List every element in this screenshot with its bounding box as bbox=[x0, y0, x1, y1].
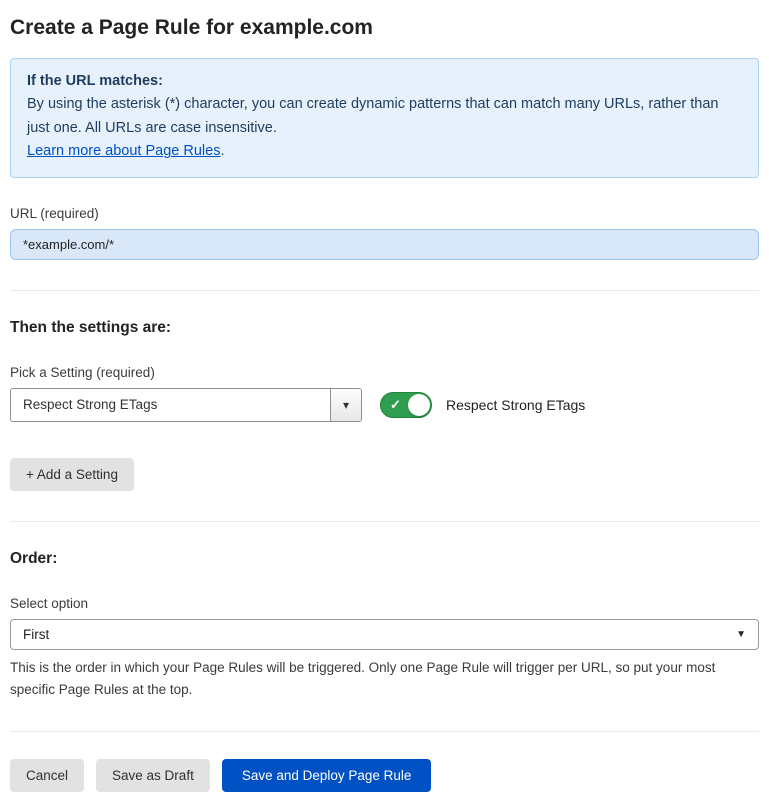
create-page-rule-form: Create a Page Rule for example.com If th… bbox=[0, 0, 769, 812]
learn-more-link[interactable]: Learn more about Page Rules bbox=[27, 143, 220, 159]
divider bbox=[10, 731, 759, 732]
order-help-text: This is the order in which your Page Rul… bbox=[10, 657, 755, 701]
save-draft-button[interactable]: Save as Draft bbox=[96, 759, 210, 792]
form-actions: Cancel Save as Draft Save and Deploy Pag… bbox=[10, 759, 759, 792]
setting-row: Respect Strong ETags ▾ ✓ Respect Strong … bbox=[10, 388, 759, 422]
divider bbox=[10, 290, 759, 291]
info-box-body: By using the asterisk (*) character, you… bbox=[27, 93, 742, 140]
order-label: Select option bbox=[10, 596, 759, 611]
order-select-value: First bbox=[23, 627, 49, 642]
order-select[interactable]: First ▼ bbox=[10, 619, 759, 650]
setting-picker-label: Pick a Setting (required) bbox=[10, 365, 759, 380]
caret-down-icon: ▼ bbox=[736, 629, 746, 640]
add-setting-button[interactable]: + Add a Setting bbox=[10, 458, 134, 491]
info-box-link-line: Learn more about Page Rules. bbox=[27, 140, 742, 163]
link-period: . bbox=[220, 143, 224, 159]
cancel-button[interactable]: Cancel bbox=[10, 759, 84, 792]
page-title: Create a Page Rule for example.com bbox=[10, 16, 759, 40]
toggle-knob bbox=[408, 394, 430, 416]
url-label: URL (required) bbox=[10, 206, 759, 221]
info-box-heading: If the URL matches: bbox=[27, 70, 742, 93]
setting-select[interactable]: Respect Strong ETags ▾ bbox=[10, 388, 362, 422]
chevron-down-icon[interactable]: ▾ bbox=[330, 389, 361, 421]
order-heading: Order: bbox=[10, 550, 759, 568]
url-match-info-box: If the URL matches: By using the asteris… bbox=[10, 58, 759, 178]
save-deploy-button[interactable]: Save and Deploy Page Rule bbox=[222, 759, 432, 792]
setting-select-value: Respect Strong ETags bbox=[11, 397, 330, 412]
etags-toggle[interactable]: ✓ bbox=[380, 392, 432, 418]
check-icon: ✓ bbox=[390, 398, 401, 411]
url-input[interactable] bbox=[10, 229, 759, 260]
settings-heading: Then the settings are: bbox=[10, 319, 759, 337]
etags-toggle-label: Respect Strong ETags bbox=[446, 397, 585, 413]
divider bbox=[10, 521, 759, 522]
